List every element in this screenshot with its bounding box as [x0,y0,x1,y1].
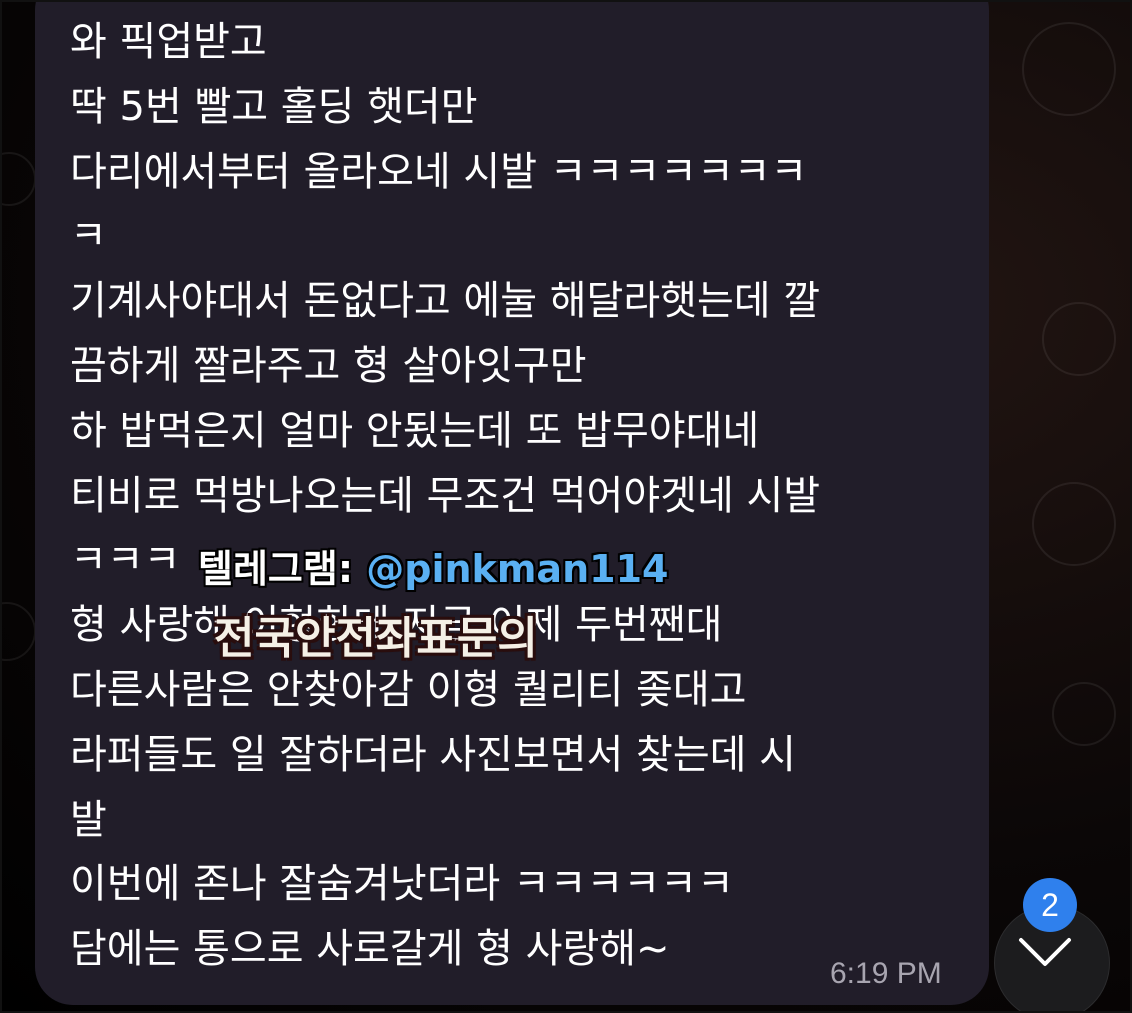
message-line: 발 [70,796,107,843]
message-line: 다리에서부터 올라오네 시발 ㅋㅋㅋㅋㅋㅋㅋ [70,148,808,195]
background-doodle [2,602,36,661]
background-doodle [2,152,36,206]
message-text: 와 픽업받고 딱 5번 빨고 홀딩 햇더만 다리에서부터 올라오네 시발 ㅋㅋㅋ… [70,10,820,982]
message-line: 와 픽업받고 [70,19,267,65]
background-doodle [1022,22,1116,116]
message-line: 하 밥먹은지 얼마 안됬는데 또 밥무야대네 [70,407,760,454]
message-line: 기계사야대서 돈없다고 에눌 해달라햇는데 깔 [70,278,821,325]
watermark-label: 텔레그램: [198,547,354,591]
watermark-caption: 전국안전좌표문의 [214,613,538,664]
message-line: 이번에 존나 잘숨겨낫더라 ㅋㅋㅋㅋㅋㅋ [70,861,734,908]
message-line: 끔하게 짤라주고 형 살아잇구만 [70,342,587,389]
message-line: 라퍼들도 일 잘하더라 사진보면서 찾는데 시 [70,731,796,778]
message-line: 딱 5번 빨고 홀딩 햇더만 [70,83,478,130]
background-doodle [1032,482,1116,566]
background-doodle [1042,302,1116,376]
unread-count-badge: 2 [1023,878,1077,932]
message-line: 담에는 통으로 사로갈게 형 사랑해~ [70,926,670,973]
watermark-handle: @pinkman114 [366,547,669,591]
message-line: ㅋ [70,213,107,260]
message-line: 다른사람은 안찾아감 이형 퀄리티 좆대고 [70,666,747,713]
chevron-down-icon [1019,938,1071,966]
message-line: 티비로 먹방나오는데 무조건 먹어야겟네 시발 [70,472,821,519]
watermark-telegram: 텔레그램: @pinkman114 [198,538,668,593]
background-doodle [1052,682,1116,746]
message-timestamp: 6:19 PM [830,957,942,990]
chat-background: 와 픽업받고 딱 5번 빨고 홀딩 햇더만 다리에서부터 올라오네 시발 ㅋㅋㅋ… [0,0,1132,1013]
